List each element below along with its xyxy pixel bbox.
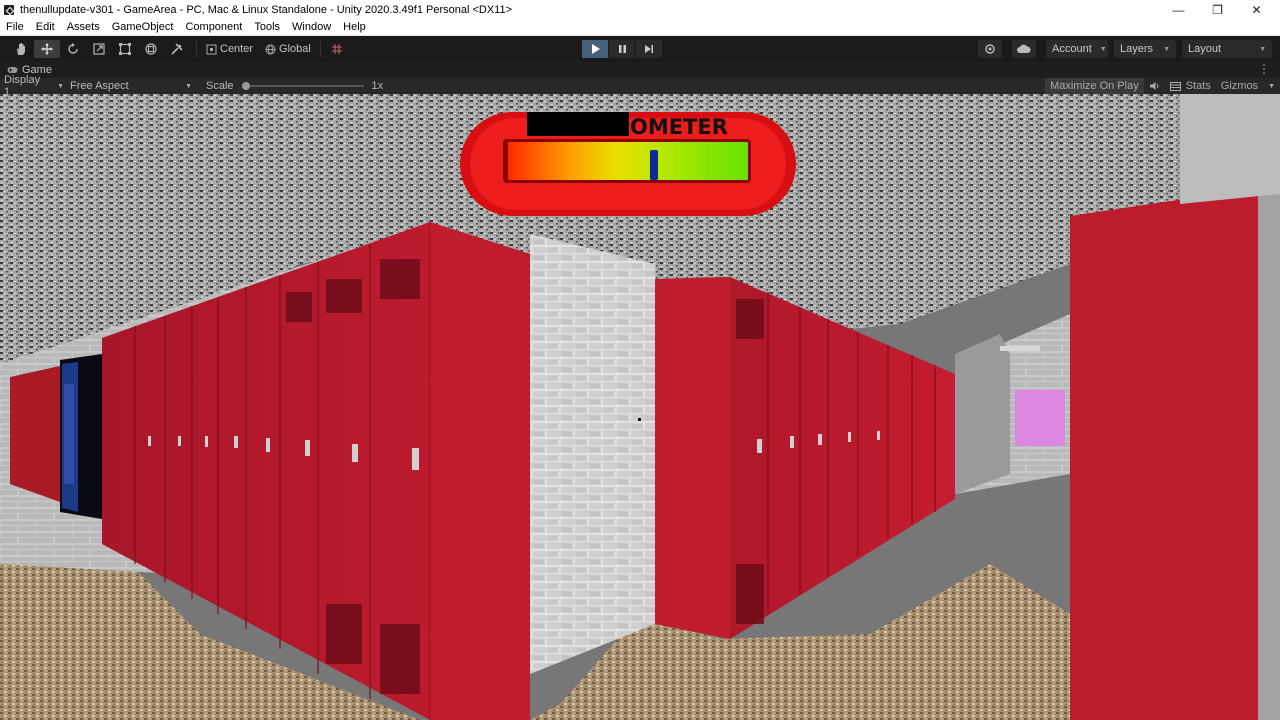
play-controls	[582, 40, 663, 58]
account-label: Account	[1052, 43, 1092, 55]
maximize-button[interactable]: ❐	[1198, 0, 1237, 19]
maximize-on-play-toggle[interactable]: Maximize On Play	[1045, 78, 1144, 94]
pivot-rotation-toggle[interactable]: Global	[259, 40, 317, 58]
play-icon	[591, 44, 600, 54]
layers-dropdown[interactable]: Layers ▼	[1114, 40, 1176, 58]
gizmos-dropdown[interactable]: ▼	[1263, 78, 1280, 94]
chevron-down-icon: ▼	[1099, 45, 1107, 53]
menu-gameobject[interactable]: GameObject	[106, 21, 180, 33]
chevron-down-icon: ▼	[1163, 45, 1170, 53]
layers-label: Layers	[1120, 43, 1154, 55]
transform-tool-icon[interactable]	[138, 40, 164, 58]
game-view-toolbar-right: Maximize On Play Stats Gizmos ▼	[1045, 78, 1280, 94]
chevron-down-icon: ▼	[185, 82, 192, 90]
chevron-down-icon: ▼	[1259, 45, 1266, 53]
meter-hud: OMETER	[460, 112, 796, 216]
move-tool-icon[interactable]	[34, 40, 60, 58]
chevron-down-icon: ▼	[57, 82, 64, 90]
menu-tools[interactable]: Tools	[248, 21, 286, 33]
menu-edit[interactable]: Edit	[30, 21, 61, 33]
globe-icon	[265, 44, 276, 54]
menu-window[interactable]: Window	[286, 21, 337, 33]
gamepad-icon	[7, 67, 18, 73]
gizmos-toggle[interactable]: Gizmos	[1216, 78, 1263, 94]
mute-audio-icon[interactable]	[1144, 78, 1165, 94]
game-viewport[interactable]: OMETER	[0, 94, 1280, 720]
grid-snap-icon[interactable]	[324, 40, 350, 58]
hand-tool-icon[interactable]	[8, 40, 34, 58]
window-title: thenullupdate-v301 - GameArea - PC, Mac …	[20, 3, 513, 16]
menu-bar: File Edit Assets GameObject Component To…	[0, 19, 1280, 36]
layout-dropdown[interactable]: Layout ▼	[1182, 40, 1272, 58]
chevron-down-icon: ▼	[1268, 82, 1275, 90]
menu-component[interactable]: Component	[179, 21, 248, 33]
transform-tools	[8, 40, 190, 58]
step-icon	[645, 45, 653, 53]
aspect-label: Free Aspect	[70, 80, 129, 92]
collab-icon[interactable]	[978, 40, 1002, 58]
cloud-icon[interactable]	[1012, 40, 1036, 58]
game-tab-bar: Game ⋮	[0, 62, 1280, 78]
scale-slider[interactable]	[241, 80, 364, 92]
layout-label: Layout	[1188, 43, 1222, 55]
menu-file[interactable]: File	[0, 21, 30, 33]
scale-label: Scale	[206, 80, 234, 92]
game-view-toolbar: Display 1 ▼ Free Aspect ▼ Scale 1x Maximiz…	[0, 74, 1280, 98]
toolbar-separator	[196, 41, 197, 57]
pause-button[interactable]	[609, 40, 635, 58]
unity-logo-icon	[4, 4, 14, 15]
menu-assets[interactable]: Assets	[61, 21, 106, 33]
toolbar-right: Account ▼ Layers ▼ Layout ▼	[978, 36, 1280, 62]
play-button[interactable]	[582, 40, 608, 58]
rotate-tool-icon[interactable]	[60, 40, 86, 58]
pause-icon	[618, 45, 626, 53]
custom-tool-icon[interactable]	[164, 40, 190, 58]
scale-slider-thumb[interactable]	[241, 82, 250, 90]
close-button[interactable]: ✕	[1237, 0, 1276, 19]
scale-slider-track	[241, 85, 364, 87]
aspect-dropdown[interactable]: Free Aspect ▼	[66, 80, 196, 92]
game-scene: OMETER	[0, 94, 1280, 720]
stats-toggle[interactable]: Stats	[1165, 78, 1216, 94]
pivot-rotation-label: Global	[279, 43, 311, 55]
scale-value: 1x	[371, 80, 384, 92]
stats-label: Stats	[1185, 80, 1211, 92]
crosshair-icon	[638, 418, 641, 421]
minimize-button[interactable]: —	[1159, 0, 1198, 19]
account-dropdown[interactable]: Account ▼	[1046, 40, 1108, 58]
meter-label: OMETER	[630, 115, 728, 139]
scale-tool-icon[interactable]	[86, 40, 112, 58]
stats-icon	[1169, 81, 1181, 91]
window-titlebar: thenullupdate-v301 - GameArea - PC, Mac …	[0, 0, 1280, 19]
scale-control: Scale 1x	[206, 80, 383, 92]
toolbar-separator	[319, 41, 321, 57]
step-button[interactable]	[636, 40, 662, 58]
pivot-center-icon	[206, 44, 217, 54]
pivot-mode-label: Center	[220, 43, 254, 55]
menu-help[interactable]: Help	[337, 21, 372, 33]
rect-tool-icon[interactable]	[112, 40, 138, 58]
meter-level-marker	[650, 150, 658, 180]
pivot-mode-toggle[interactable]: Center	[200, 40, 259, 58]
more-options-icon[interactable]: ⋮	[1258, 62, 1270, 76]
